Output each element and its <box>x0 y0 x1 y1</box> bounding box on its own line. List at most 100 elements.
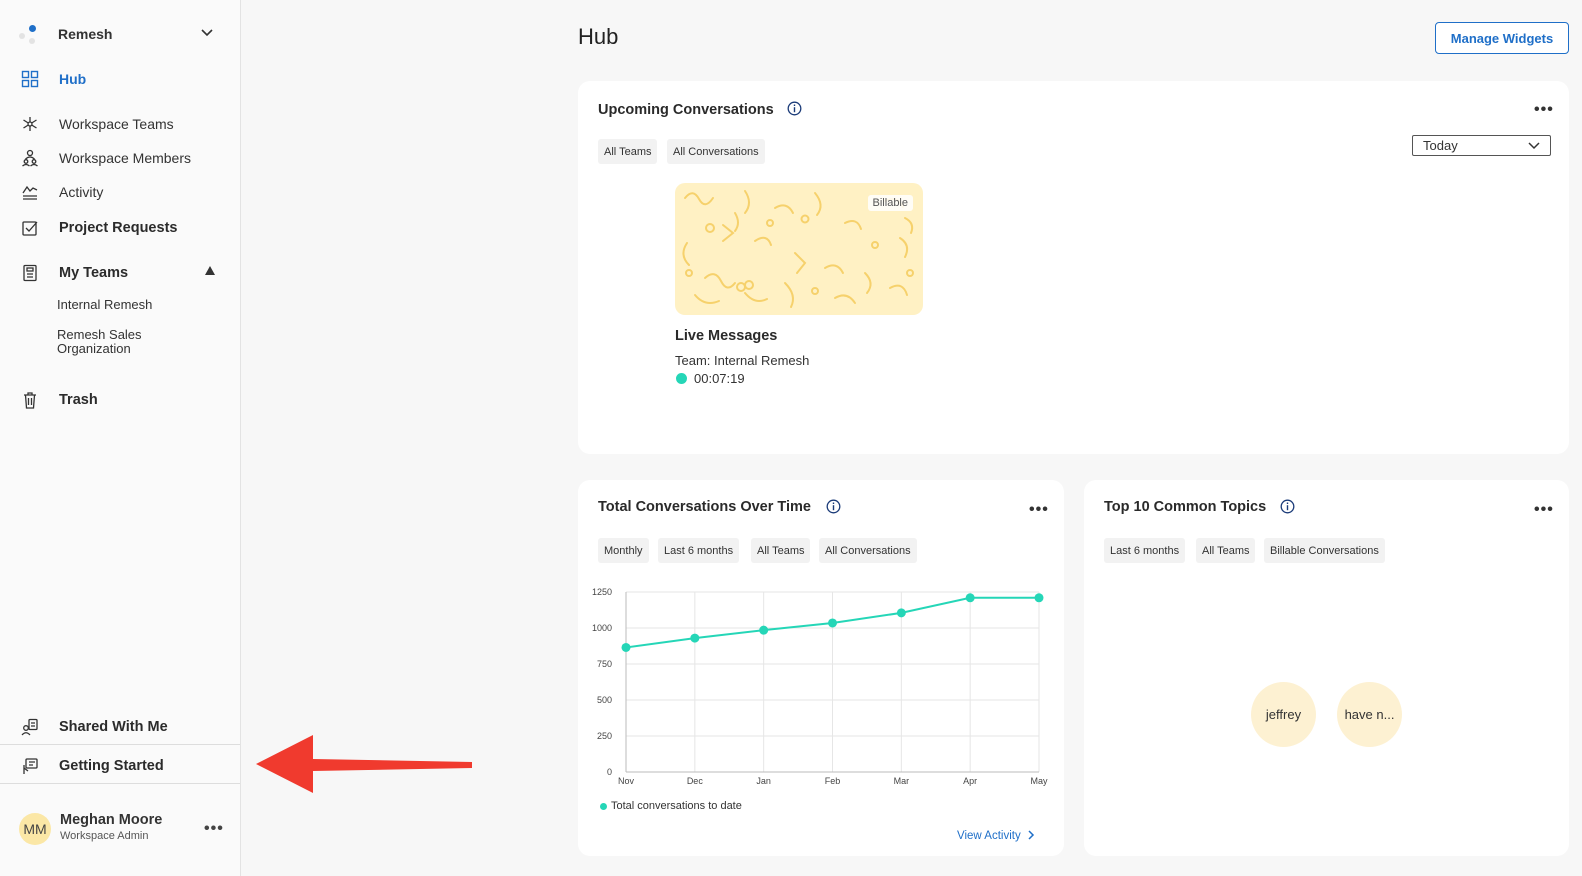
widget-title: Upcoming Conversations <box>598 102 774 118</box>
data-point <box>828 618 837 628</box>
nav-trash[interactable]: Trash <box>20 389 98 411</box>
conversation-title[interactable]: Live Messages <box>675 328 777 344</box>
line-chart: 0 250 500 750 1000 1250 Nov Dec Jan Feb Mar Apr May <box>592 587 1048 786</box>
y-tick-label: 750 <box>597 659 612 669</box>
chevron-down-icon <box>1528 142 1540 150</box>
user-name: Meghan Moore <box>60 812 163 828</box>
collapse-triangle-icon[interactable] <box>205 266 215 275</box>
nav-workspace-teams[interactable]: Workspace Teams <box>20 113 174 135</box>
nav-hub[interactable]: Hub <box>20 68 86 90</box>
nav-project-requests[interactable]: Project Requests <box>20 217 177 239</box>
y-tick-label: 1250 <box>592 587 612 597</box>
chevron-down-icon[interactable] <box>200 26 214 40</box>
nav-shared-with-me[interactable]: Shared With Me <box>20 716 168 738</box>
nav-shared-with-me-label: Shared With Me <box>59 719 168 735</box>
nav-activity[interactable]: Activity <box>20 181 103 203</box>
sidebar-divider <box>0 783 240 784</box>
x-tick-label: Nov <box>618 776 635 786</box>
chevron-right-icon <box>1028 830 1034 840</box>
flag-list-icon <box>20 756 40 776</box>
page-title: Hub <box>578 24 619 49</box>
legend-label: Total conversations to date <box>611 800 742 812</box>
filter-chip[interactable]: Last 6 months <box>658 538 740 563</box>
y-tick-label: 250 <box>597 731 612 741</box>
live-status-icon <box>676 373 687 384</box>
more-options-icon[interactable]: ••• <box>204 820 224 838</box>
org-switcher[interactable]: Remesh <box>18 20 218 48</box>
user-profile[interactable]: MM Meghan Moore Workspace Admin ••• <box>19 812 229 848</box>
data-point <box>690 633 700 643</box>
team-item-internal-remesh[interactable]: Internal Remesh <box>57 298 207 312</box>
network-icon <box>20 114 40 134</box>
nav-getting-started[interactable]: Getting Started <box>20 755 164 777</box>
nav-workspace-teams-label: Workspace Teams <box>59 116 174 132</box>
view-activity-label: View Activity <box>957 830 1021 842</box>
user-role: Workspace Admin <box>60 830 149 842</box>
info-icon[interactable] <box>826 499 841 514</box>
filter-chip[interactable]: All Teams <box>1196 538 1256 563</box>
avatar: MM <box>19 813 51 845</box>
conversation-card[interactable]: Billable <box>675 183 923 315</box>
topic-bubble[interactable]: have n... <box>1337 682 1402 747</box>
x-tick-label: Mar <box>894 776 910 786</box>
date-range-value: Today <box>1423 138 1458 153</box>
trash-icon <box>20 390 40 410</box>
topic-bubble[interactable]: jeffrey <box>1251 682 1316 747</box>
data-point <box>759 625 769 635</box>
conversation-team: Team: Internal Remesh <box>675 353 810 368</box>
remesh-logo-icon <box>18 23 40 45</box>
filter-chip[interactable]: All Conversations <box>819 538 917 563</box>
data-point <box>965 593 975 603</box>
y-tick-label: 0 <box>607 767 612 777</box>
chart-legend: Total conversations to date <box>600 800 742 812</box>
more-options-icon[interactable]: ••• <box>1534 101 1554 119</box>
grid-icon <box>20 69 40 89</box>
sidebar: Remesh Hub Workspace Teams Workspace Mem… <box>0 0 241 876</box>
x-tick-label: Apr <box>963 776 977 786</box>
conversation-elapsed: 00:07:19 <box>694 371 745 386</box>
nav-hub-label: Hub <box>59 71 87 87</box>
shared-user-icon <box>20 717 40 737</box>
widget-title: Total Conversations Over Time <box>598 499 811 515</box>
data-point <box>621 642 631 652</box>
info-icon[interactable] <box>1280 499 1295 514</box>
more-options-icon[interactable]: ••• <box>1534 501 1554 519</box>
y-tick-label: 1000 <box>592 623 612 633</box>
info-icon[interactable] <box>787 101 802 116</box>
top-topics-widget <box>1084 480 1569 856</box>
filter-chip[interactable]: Monthly <box>598 538 649 563</box>
date-range-select[interactable]: Today <box>1412 135 1551 156</box>
nav-my-teams-label: My Teams <box>59 265 129 281</box>
nav-workspace-members[interactable]: Workspace Members <box>20 147 191 169</box>
legend-swatch <box>600 802 607 810</box>
nav-project-requests-label: Project Requests <box>59 220 178 236</box>
nav-my-teams[interactable]: My Teams <box>20 262 128 284</box>
conversation-timer: 00:07:19 <box>676 371 745 386</box>
filter-chip[interactable]: All Teams <box>751 538 811 563</box>
filter-chip[interactable]: Last 6 months <box>1104 538 1186 563</box>
org-name: Remesh <box>58 26 113 42</box>
more-options-icon[interactable]: ••• <box>1029 501 1049 519</box>
filter-chip[interactable]: Billable Conversations <box>1264 538 1385 563</box>
billable-badge: Billable <box>867 195 913 211</box>
activity-icon <box>20 182 40 202</box>
x-tick-label: May <box>1030 776 1048 786</box>
filter-chip[interactable]: All Conversations <box>667 139 765 164</box>
view-activity-link[interactable]: View Activity <box>957 830 1035 842</box>
checklist-icon <box>20 218 40 238</box>
red-arrow-annotation <box>256 735 472 793</box>
members-icon <box>20 148 40 168</box>
nav-trash-label: Trash <box>59 392 98 408</box>
nav-workspace-members-label: Workspace Members <box>59 150 192 166</box>
filter-chip[interactable]: All Teams <box>598 139 658 164</box>
y-tick-label: 500 <box>597 695 612 705</box>
x-tick-label: Dec <box>687 776 704 786</box>
nav-activity-label: Activity <box>59 184 104 200</box>
nav-getting-started-label: Getting Started <box>59 758 164 774</box>
data-point <box>896 608 906 618</box>
x-tick-label: Jan <box>756 776 771 786</box>
team-item-remesh-sales[interactable]: Remesh Sales Organization <box>57 328 207 356</box>
manage-widgets-button[interactable]: Manage Widgets <box>1435 22 1569 54</box>
sidebar-divider <box>0 744 240 745</box>
x-tick-label: Feb <box>825 776 841 786</box>
